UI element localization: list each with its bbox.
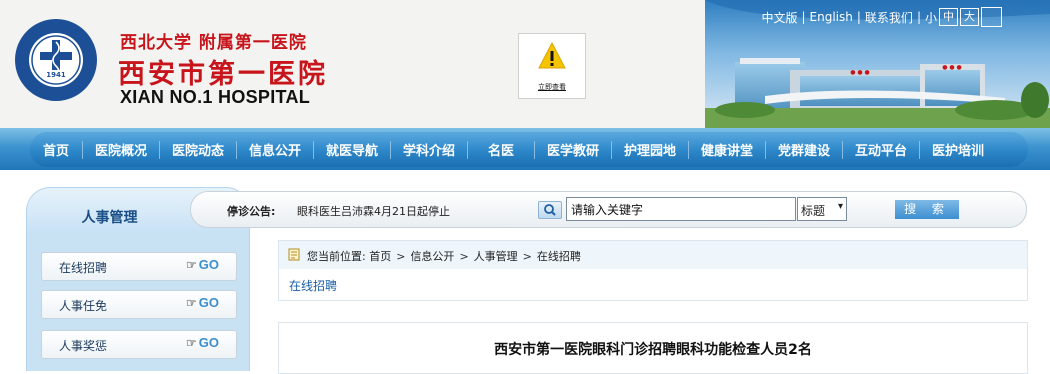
notice-search-bar: 停诊公告: 眼科医生吕沛霖4月21日起停止 标题 ▾ 搜 索 (190, 191, 1027, 228)
search-field-select[interactable]: 标题 ▾ (797, 197, 847, 221)
notepad-icon (288, 248, 300, 261)
breadcrumb-bar: 您当前位置: 首页 > 信息公开 > 人事管理 > 在线招聘 (278, 240, 1028, 270)
breadcrumb: 您当前位置: 首页 > 信息公开 > 人事管理 > 在线招聘 (307, 250, 581, 263)
breadcrumb-home[interactable]: 首页 (369, 250, 391, 263)
go-link[interactable]: ☞ GO (186, 335, 219, 350)
article-title: 西安市第一医院眼科门诊招聘眼科功能检查人员2名 (494, 342, 812, 358)
notice-popup-box[interactable]: 立即查看 (518, 33, 586, 99)
nav-bar: 首页 医院概况 医院动态 信息公开 就医导航 学科介绍 名医 医学教研 护理园地 健康讲堂 党群建设… (30, 132, 1028, 167)
blank-toggle-button[interactable] (981, 7, 1002, 27)
hospital-seal-logo[interactable]: 1941 (14, 18, 98, 102)
sidebar-menu: 在线招聘 ☞ GO 人事任免 ☞ GO 人事奖惩 ☞ GO (26, 231, 250, 371)
article-panel: 西安市第一医院眼科门诊招聘眼科功能检查人员2名 (278, 322, 1028, 374)
divider: | (801, 10, 806, 24)
select-value: 标题 (801, 204, 826, 218)
sidebar-item-label: 在线招聘 (59, 261, 108, 275)
site-header: 1941 西北大学 附属第一医院 西安市第一医院 XIAN NO.1 HOSPI… (0, 0, 1050, 128)
nav-item-9[interactable]: 护理园地 (612, 140, 688, 159)
font-size-medium-button[interactable]: 中 (939, 8, 958, 26)
nav-item-11[interactable]: 党群建设 (766, 140, 842, 159)
divider: | (856, 10, 861, 24)
sidebar-item-label: 人事奖惩 (59, 339, 108, 353)
go-link[interactable]: ☞ GO (186, 257, 219, 272)
nav-item-13[interactable]: 医护培训 (920, 140, 996, 159)
breadcrumb-info-public[interactable]: 信息公开 (410, 250, 454, 263)
nav-item-4[interactable]: 信息公开 (237, 140, 313, 159)
logo-hospital-name[interactable]: 西安市第一医院 (118, 52, 328, 91)
sidebar-item-online-recruitment[interactable]: 在线招聘 ☞ GO (41, 252, 237, 281)
utility-bar: 中文版 | English | 联系我们 | 小 中 大 (761, 7, 1002, 27)
nav-item-2[interactable]: 医院概况 (83, 140, 159, 159)
logo-english-name: XIAN NO.1 HOSPITAL (120, 87, 311, 107)
sidebar-title: 人事管理 (81, 210, 138, 226)
nav-item-8[interactable]: 医学教研 (535, 140, 611, 159)
font-size-small-link[interactable]: 小 (925, 9, 937, 26)
nav-item-5[interactable]: 就医导航 (314, 140, 390, 159)
svg-text:● ● ●: ● ● ● (942, 64, 962, 71)
section-title: 在线招聘 (289, 279, 338, 293)
search-button[interactable]: 搜 索 (895, 200, 959, 219)
font-size-large-button[interactable]: 大 (960, 8, 979, 26)
go-link[interactable]: ☞ GO (186, 295, 219, 310)
seal-year: 1941 (46, 71, 66, 79)
logo-university-text: 西北大学 附属第一医院 (120, 33, 307, 53)
nav-item-1[interactable]: 首页 (30, 140, 82, 159)
notice-label: 停诊公告: (227, 205, 276, 218)
breadcrumb-prefix: 您当前位置: (307, 250, 366, 263)
search-icon[interactable] (538, 201, 562, 219)
view-now-link[interactable]: 立即查看 (519, 82, 585, 92)
lang-chinese-link[interactable]: 中文版 (761, 9, 797, 26)
section-header: 在线招聘 (278, 269, 1028, 301)
nav-item-12[interactable]: 互动平台 (843, 140, 919, 159)
nav-item-7[interactable]: 名医 (468, 140, 534, 159)
breadcrumb-recruitment[interactable]: 在线招聘 (537, 250, 581, 263)
pointing-hand-icon: ☞ (186, 258, 197, 272)
divider: | (916, 10, 921, 24)
breadcrumb-hr[interactable]: 人事管理 (474, 250, 518, 263)
search-input[interactable] (566, 197, 796, 221)
nav-item-10[interactable]: 健康讲堂 (689, 140, 765, 159)
nav-item-3[interactable]: 医院动态 (160, 140, 236, 159)
lang-english-link[interactable]: English (810, 10, 853, 24)
pointing-hand-icon: ☞ (186, 336, 197, 350)
main-nav: 首页 医院概况 医院动态 信息公开 就医导航 学科介绍 名医 医学教研 护理园地 健康讲堂 党群建设… (0, 128, 1050, 170)
svg-text:● ● ●: ● ● ● (850, 69, 870, 76)
pointing-hand-icon: ☞ (186, 296, 197, 310)
contact-us-link[interactable]: 联系我们 (865, 9, 913, 26)
sidebar-item-label: 人事任免 (59, 299, 108, 313)
sidebar-item-appointments[interactable]: 人事任免 ☞ GO (41, 290, 237, 319)
nav-item-6[interactable]: 学科介绍 (391, 140, 467, 159)
notice-marquee-text[interactable]: 眼科医生吕沛霖4月21日起停止 (297, 203, 450, 219)
warning-icon (538, 41, 566, 69)
sidebar-item-rewards[interactable]: 人事奖惩 ☞ GO (41, 330, 237, 359)
chevron-down-icon: ▾ (837, 201, 843, 212)
